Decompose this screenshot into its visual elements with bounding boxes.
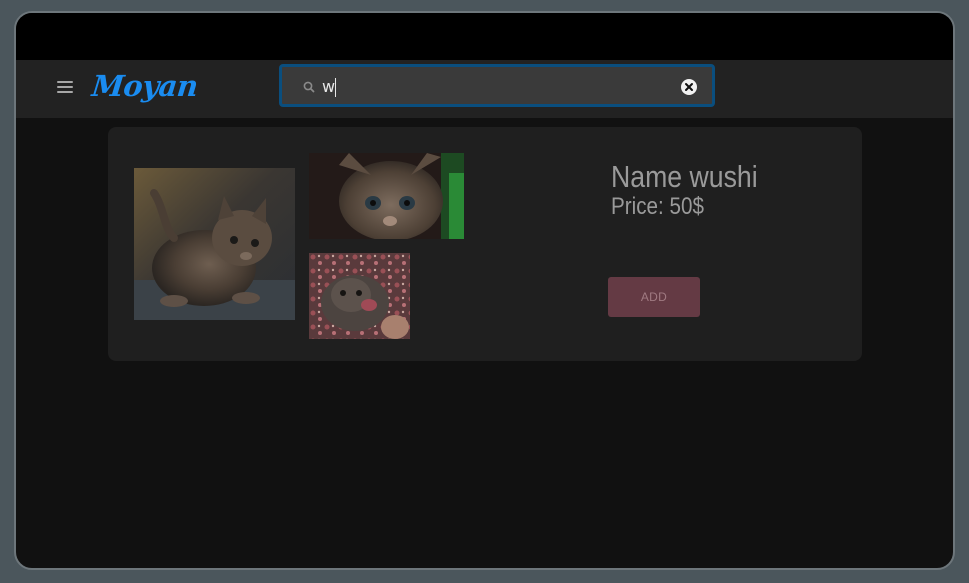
- product-image-main[interactable]: [134, 168, 295, 320]
- kitten-photo: [134, 168, 295, 320]
- product-price: Price: 50$: [611, 193, 704, 220]
- clear-search-button[interactable]: [681, 79, 697, 95]
- product-card: Name wushi Price: 50$ ADD: [108, 127, 862, 361]
- product-name: Name wushi: [611, 159, 758, 194]
- app-header: Moyan: [16, 60, 953, 118]
- kitten-photo: [309, 153, 464, 239]
- top-status-bar: [16, 13, 953, 60]
- product-image-3[interactable]: [309, 253, 410, 339]
- text-cursor: [335, 78, 336, 97]
- kitten-photo: [309, 253, 410, 339]
- search-icon: [303, 81, 315, 93]
- search-bar: [279, 64, 715, 107]
- close-icon: [685, 83, 693, 91]
- add-button[interactable]: ADD: [608, 277, 700, 317]
- app-window: Moyan w Name wushi Price: 50$ ADD: [14, 11, 955, 570]
- hamburger-menu-icon[interactable]: [57, 81, 73, 95]
- search-input[interactable]: [322, 74, 662, 98]
- product-image-2[interactable]: [309, 153, 464, 239]
- logo[interactable]: Moyan: [90, 69, 199, 103]
